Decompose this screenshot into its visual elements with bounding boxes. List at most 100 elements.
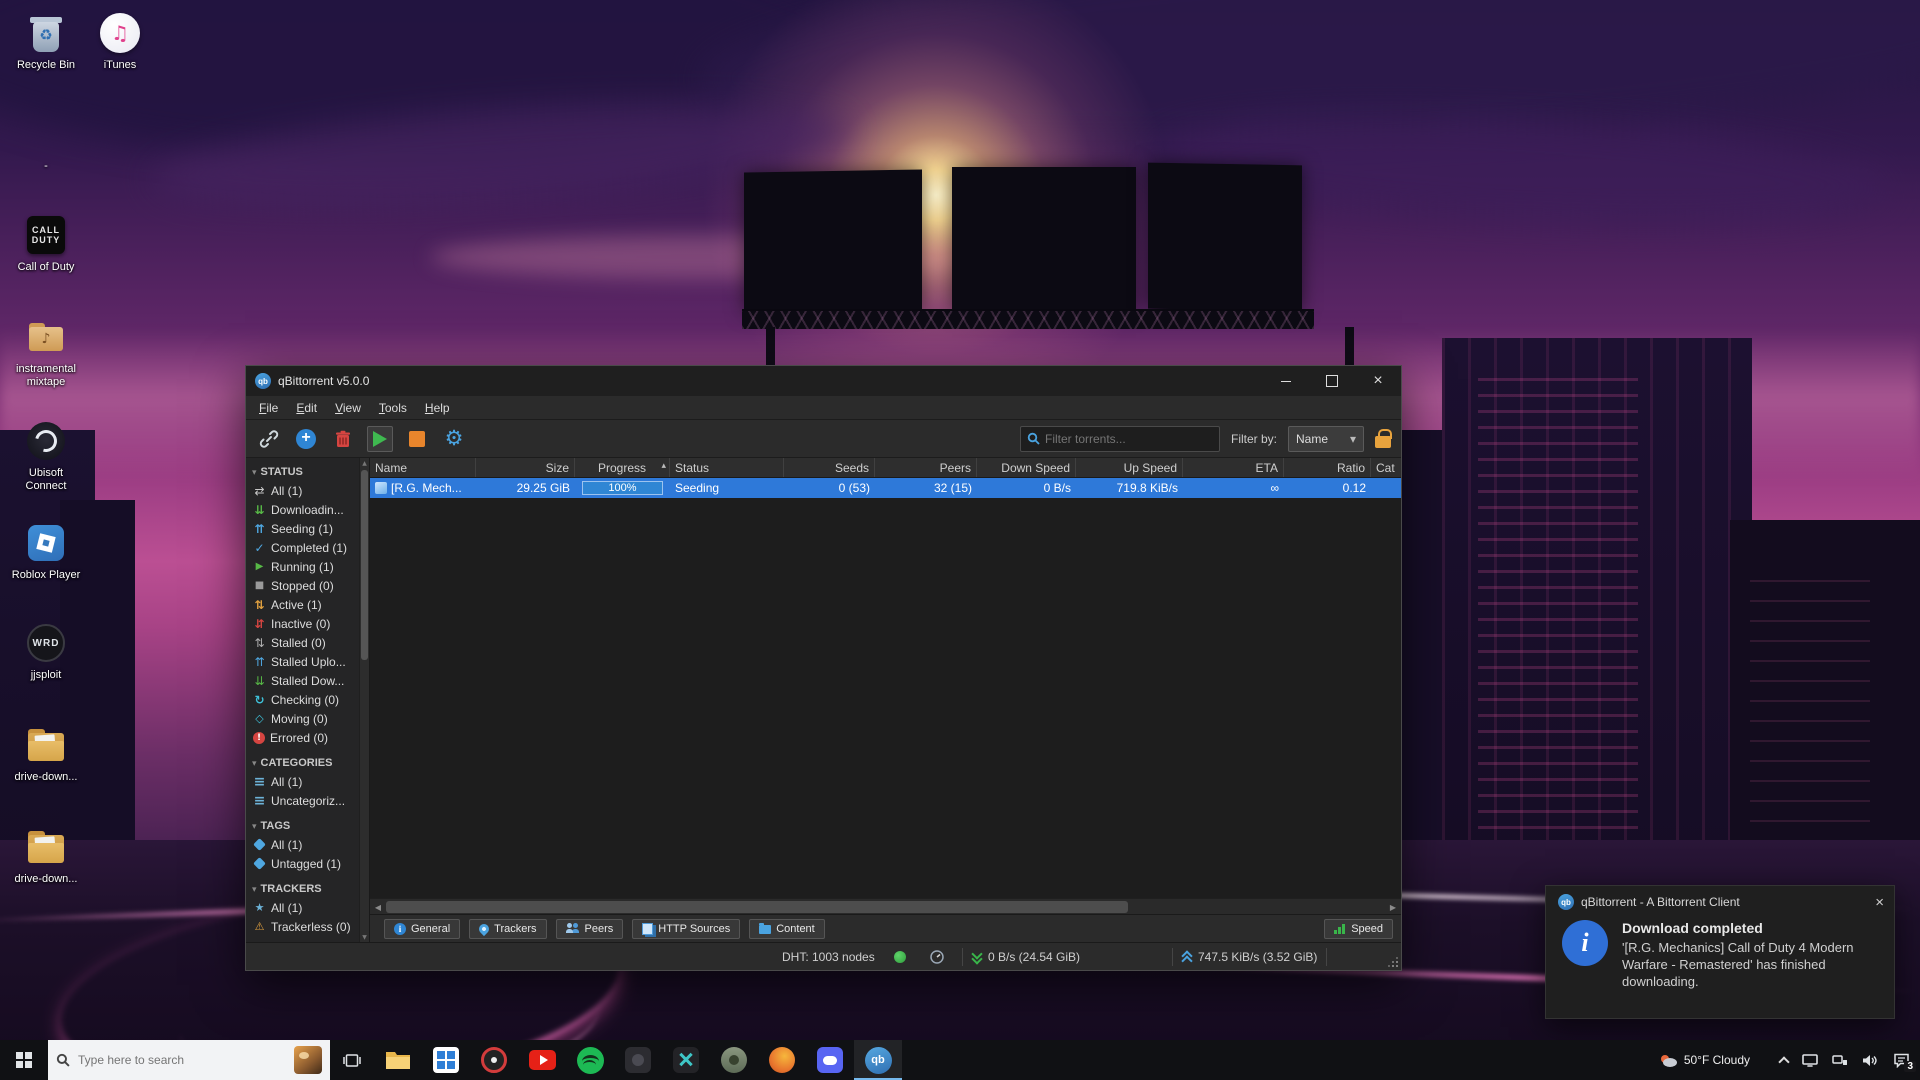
menu-help[interactable]: Help xyxy=(416,398,459,418)
desktop-icon-instramental-mixtape[interactable]: instramental mixtape xyxy=(8,314,84,389)
column-header-down-speed[interactable]: Down Speed xyxy=(977,458,1076,477)
taskbar-app-file-explorer[interactable] xyxy=(374,1040,422,1080)
column-header-progress[interactable]: Progress xyxy=(575,458,670,477)
desktop-icon-call-of-duty[interactable]: CALLDUTY Call of Duty xyxy=(8,212,84,274)
connection-status-icon[interactable] xyxy=(894,951,906,963)
filter-by-dropdown[interactable]: Name xyxy=(1288,426,1364,452)
scroll-up-arrow-icon[interactable] xyxy=(360,458,369,468)
toast-close-icon[interactable] xyxy=(1875,895,1884,910)
sidebar-item-stopped[interactable]: Stopped (0) xyxy=(246,576,359,595)
speed-button[interactable]: Speed xyxy=(1324,919,1393,939)
menu-tools[interactable]: Tools xyxy=(370,398,416,418)
torrent-row-selected[interactable]: [R.G. Mech... 29.25 GiB 100% Seeding 0 (… xyxy=(370,478,1401,498)
scroll-right-arrow-icon[interactable] xyxy=(1385,899,1401,915)
scroll-left-arrow-icon[interactable] xyxy=(370,899,386,915)
column-header-eta[interactable]: ETA xyxy=(1183,458,1284,477)
column-header-ratio[interactable]: Ratio xyxy=(1284,458,1371,477)
table-empty-area[interactable] xyxy=(370,498,1401,898)
sidebar-item-seeding[interactable]: Seeding (1) xyxy=(246,519,359,538)
taskbar-app-youtube[interactable] xyxy=(518,1040,566,1080)
download-speed-status[interactable]: 0 B/s (24.54 GiB) xyxy=(972,950,1080,964)
tab-general[interactable]: General xyxy=(384,919,460,939)
filter-torrents-input[interactable] xyxy=(1045,432,1213,446)
sidebar-item-moving[interactable]: Moving (0) xyxy=(246,709,359,728)
taskbar-app-spotify[interactable] xyxy=(566,1040,614,1080)
upload-speed-status[interactable]: 747.5 KiB/s (3.52 GiB) xyxy=(1182,950,1317,964)
sidebar-item-stalled-uploading[interactable]: Stalled Uplo... xyxy=(246,652,359,671)
sidebar-item-trackerless[interactable]: Trackerless (0) xyxy=(246,917,359,936)
sidebar-item-trackers-all[interactable]: All (1) xyxy=(246,898,359,917)
desktop-icon-roblox-player[interactable]: Roblox Player xyxy=(8,520,84,582)
taskbar-search-input[interactable] xyxy=(78,1053,286,1067)
resume-torrent-button[interactable] xyxy=(367,426,393,452)
tab-content[interactable]: Content xyxy=(749,919,825,939)
sidebar-section-categories[interactable]: CATEGORIES xyxy=(246,753,359,772)
sidebar-section-tags[interactable]: TAGS xyxy=(246,816,359,835)
start-button[interactable] xyxy=(0,1040,48,1080)
sidebar-item-tags-all[interactable]: All (1) xyxy=(246,835,359,854)
sidebar-item-all[interactable]: All (1) xyxy=(246,481,359,500)
menu-file[interactable]: File xyxy=(250,398,287,418)
desktop-icon-jjsploit[interactable]: WRD jjsploit xyxy=(8,620,84,682)
scrollbar-thumb[interactable] xyxy=(361,470,368,660)
sidebar-item-completed[interactable]: Completed (1) xyxy=(246,538,359,557)
action-center-button[interactable]: 3 xyxy=(1893,1053,1910,1068)
notification-toast[interactable]: qb qBittorrent - A Bittorrent Client Dow… xyxy=(1545,885,1895,1019)
taskbar-app-recorder[interactable] xyxy=(470,1040,518,1080)
sidebar-item-active[interactable]: Active (1) xyxy=(246,595,359,614)
desktop-icon-drive-download-folder[interactable]: drive-down... xyxy=(8,824,84,886)
scrollbar-thumb[interactable] xyxy=(386,901,1128,913)
task-view-button[interactable] xyxy=(330,1040,374,1080)
tab-peers[interactable]: Peers xyxy=(556,919,624,939)
show-hidden-icons-chevron[interactable] xyxy=(1778,1056,1789,1067)
stop-torrent-button[interactable] xyxy=(404,426,430,452)
taskbar-search-box[interactable] xyxy=(48,1040,330,1080)
sidebar-item-uncategorized[interactable]: Uncategoriz... xyxy=(246,791,359,810)
tab-http-sources[interactable]: HTTP Sources xyxy=(632,919,740,939)
taskbar-app-dark-2[interactable] xyxy=(662,1040,710,1080)
sidebar-item-downloading[interactable]: Downloadin... xyxy=(246,500,359,519)
delete-torrent-button[interactable] xyxy=(330,426,356,452)
options-button[interactable] xyxy=(441,426,467,452)
add-torrent-file-button[interactable] xyxy=(293,426,319,452)
column-header-up-speed[interactable]: Up Speed xyxy=(1076,458,1183,477)
sidebar-item-untagged[interactable]: Untagged (1) xyxy=(246,854,359,873)
sidebar-item-errored[interactable]: Errored (0) xyxy=(246,728,359,747)
taskbar-app-gray[interactable] xyxy=(710,1040,758,1080)
desktop-icon-drive-download-folder[interactable]: drive-down... xyxy=(8,722,84,784)
tray-volume-icon[interactable] xyxy=(1862,1054,1877,1067)
horizontal-scrollbar[interactable] xyxy=(370,898,1401,914)
search-highlight-icon[interactable] xyxy=(294,1046,322,1074)
column-header-seeds[interactable]: Seeds xyxy=(784,458,875,477)
resize-grip[interactable] xyxy=(1386,955,1398,967)
column-header-category[interactable]: Cat xyxy=(1371,458,1401,477)
title-bar[interactable]: qb qBittorrent v5.0.0 xyxy=(246,366,1401,396)
scroll-down-arrow-icon[interactable] xyxy=(360,932,369,942)
taskbar-app-store[interactable] xyxy=(422,1040,470,1080)
weather-widget[interactable]: 50°F Cloudy xyxy=(1658,1052,1750,1068)
minimize-button[interactable] xyxy=(1263,366,1309,396)
desktop-icon-ubisoft-connect[interactable]: Ubisoft Connect xyxy=(8,418,84,493)
sidebar-scrollbar[interactable] xyxy=(359,458,369,942)
sidebar-item-stalled-downloading[interactable]: Stalled Dow... xyxy=(246,671,359,690)
column-header-name[interactable]: Name xyxy=(370,458,476,477)
torrent-filter-searchbox[interactable] xyxy=(1020,426,1220,452)
menu-view[interactable]: View xyxy=(326,398,370,418)
tray-monitor-icon[interactable] xyxy=(1802,1054,1818,1067)
sidebar-item-running[interactable]: Running (1) xyxy=(246,557,359,576)
desktop-icon-itunes[interactable]: iTunes xyxy=(82,10,158,72)
taskbar-app-blue[interactable] xyxy=(806,1040,854,1080)
speed-limit-gauge-icon[interactable] xyxy=(930,950,944,967)
column-header-peers[interactable]: Peers xyxy=(875,458,977,477)
lock-icon[interactable] xyxy=(1375,436,1391,448)
sidebar-item-categories-all[interactable]: All (1) xyxy=(246,772,359,791)
sidebar-section-trackers[interactable]: TRACKERS xyxy=(246,879,359,898)
tab-trackers[interactable]: Trackers xyxy=(469,919,546,939)
menu-edit[interactable]: Edit xyxy=(287,398,326,418)
column-header-size[interactable]: Size xyxy=(476,458,575,477)
desktop-icon-dash[interactable]: - xyxy=(8,160,84,173)
close-button[interactable] xyxy=(1355,366,1401,396)
taskbar-app-dark-1[interactable] xyxy=(614,1040,662,1080)
column-header-status[interactable]: Status xyxy=(670,458,784,477)
tray-network-icon[interactable] xyxy=(1832,1054,1848,1067)
